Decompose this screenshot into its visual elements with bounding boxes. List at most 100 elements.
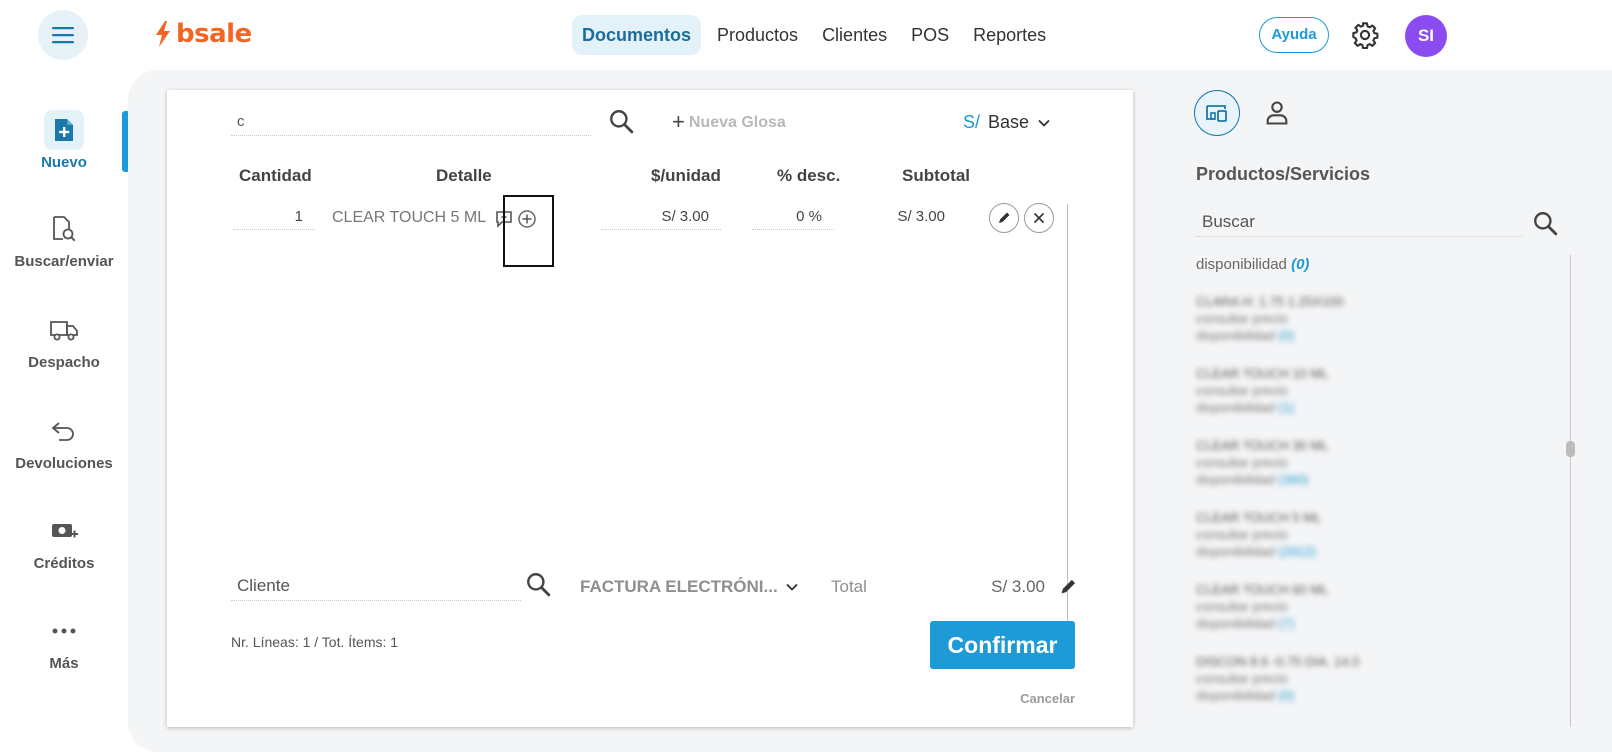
product-search-input[interactable]: c <box>231 108 591 136</box>
user-avatar[interactable]: SI <box>1405 15 1447 57</box>
document-card: c + Nueva Glosa S/Base Cantidad Detalle $… <box>167 90 1133 727</box>
list-item[interactable]: CLEAR TOUCH 30 ML consultar precio dispo… <box>1196 437 1536 488</box>
cancel-link[interactable]: Cancelar <box>1005 691 1075 706</box>
list-item-count: (2912) <box>1278 544 1316 559</box>
hamburger-menu-button[interactable] <box>38 10 88 60</box>
column-header-subtotal: Subtotal <box>902 166 970 185</box>
line-item-counts: Nr. Líneas: 1 / Tot. Ítems: 1 <box>231 634 399 650</box>
list-item-name: CLARA H: 1.75 1.25X100 <box>1196 294 1344 309</box>
confirm-button[interactable]: Confirmar <box>930 621 1075 669</box>
list-item-name: CLEAR TOUCH 5 ML <box>1196 510 1322 525</box>
sidebar-item-mas[interactable]: Más <box>0 611 128 672</box>
sidebar-item-buscar[interactable]: Buscar/enviar <box>0 209 128 270</box>
list-item-price: consultar precio <box>1196 455 1288 470</box>
products-tab-button[interactable] <box>1194 90 1240 136</box>
currency-symbol: S/ <box>963 112 981 132</box>
total-value: S/ 3.00 <box>991 577 1045 596</box>
unit-price-input[interactable]: S/ 3.00 <box>601 204 721 230</box>
search-icon[interactable] <box>608 108 634 134</box>
bsale-logo[interactable]: bsale <box>154 18 252 50</box>
chevron-down-icon <box>786 583 798 591</box>
truck-icon <box>44 310 84 350</box>
client-input[interactable]: Cliente <box>231 571 521 601</box>
sidebar-item-despacho[interactable]: Despacho <box>0 310 128 371</box>
list-scrollbar-thumb[interactable] <box>1566 441 1575 457</box>
return-arrow-icon <box>44 411 84 451</box>
list-item-count: (1) <box>1278 400 1295 415</box>
edit-line-button[interactable] <box>989 203 1019 233</box>
list-item-price: consultar precio <box>1196 599 1288 614</box>
list-item-name: CLEAR TOUCH 10 ML <box>1196 366 1329 381</box>
column-header-discount: % desc. <box>777 166 841 185</box>
column-header-detail: Detalle <box>436 166 492 185</box>
person-icon[interactable] <box>1263 99 1291 127</box>
list-item-name: CLEAR TOUCH 30 ML <box>1196 438 1329 453</box>
list-item-name: CLEAR TOUCH 60 ML <box>1196 582 1329 597</box>
sidebar-label: Nuevo <box>41 154 87 171</box>
list-item-availability: disponibilidad <box>1196 616 1275 631</box>
file-plus-icon <box>44 110 84 150</box>
list-item-name: DISCON 8.6 -0.75 DIA. 14.0 <box>1196 654 1360 669</box>
column-header-unit-price: $/unidad <box>651 166 721 185</box>
gear-icon[interactable] <box>1351 21 1379 49</box>
line-product-name: CLEAR TOUCH 5 ML <box>332 209 487 226</box>
close-icon <box>1033 212 1045 224</box>
price-list-dropdown[interactable]: S/Base <box>963 108 1050 136</box>
sidebar-item-creditos[interactable]: Créditos <box>0 511 128 572</box>
list-item-availability: disponibilidad <box>1196 472 1275 487</box>
tab-productos[interactable]: Productos <box>705 15 810 55</box>
search-icon[interactable] <box>1532 210 1558 236</box>
list-item-availability: disponibilidad <box>1196 544 1275 559</box>
help-button[interactable]: Ayuda <box>1259 17 1329 53</box>
remove-line-button[interactable] <box>1024 203 1054 233</box>
chevron-down-icon <box>1038 119 1050 127</box>
document-type-value: FACTURA ELECTRÓNI... <box>580 577 778 596</box>
more-dots-icon <box>44 611 84 651</box>
list-item-availability: disponibilidad <box>1196 328 1275 343</box>
edit-total-pencil-icon[interactable] <box>1059 578 1077 596</box>
sidebar-label: Devoluciones <box>15 455 113 472</box>
list-item-count: (7) <box>1278 616 1295 631</box>
top-bar: bsale Documentos Productos Clientes POS … <box>0 0 1612 70</box>
tab-documentos[interactable]: Documentos <box>572 15 702 55</box>
plus-icon: + <box>672 109 685 134</box>
sidebar-label: Más <box>49 655 79 672</box>
sidebar-label: Créditos <box>33 555 95 572</box>
logo-text: bsale <box>176 19 252 49</box>
column-header-qty: Cantidad <box>239 166 312 185</box>
list-item[interactable]: DISCON 8.6 -0.75 DIA. 14.0 consultar pre… <box>1196 653 1536 704</box>
client-search-icon[interactable] <box>525 571 551 597</box>
sidebar-label: Despacho <box>28 354 100 371</box>
hamburger-icon <box>52 27 74 44</box>
panel-title: Productos/Servicios <box>1196 164 1371 184</box>
list-item-price: consultar precio <box>1196 311 1288 326</box>
new-glosa-label: Nueva Glosa <box>688 114 786 131</box>
list-item[interactable]: CLEAR TOUCH 10 ML consultar precio dispo… <box>1196 365 1536 416</box>
list-item[interactable]: CLEAR TOUCH 5 ML consultar precio dispon… <box>1196 509 1536 560</box>
list-scrollbar-track <box>1570 255 1571 727</box>
main-nav: Documentos Productos Clientes POS Report… <box>572 15 1058 55</box>
tab-reportes[interactable]: Reportes <box>961 15 1058 55</box>
new-glosa-button[interactable]: + Nueva Glosa <box>672 108 786 137</box>
devices-icon <box>1206 105 1227 122</box>
bsale-bolt-icon <box>156 21 170 47</box>
file-search-icon <box>44 209 84 249</box>
availability-header: disponibilidad (0) <box>1196 256 1309 273</box>
highlight-box <box>503 195 554 267</box>
document-type-dropdown[interactable]: FACTURA ELECTRÓNI... <box>580 574 798 600</box>
discount-input[interactable]: 0 % <box>752 204 834 230</box>
tab-pos[interactable]: POS <box>899 15 961 55</box>
product-panel-search-input[interactable]: Buscar <box>1196 207 1522 237</box>
qty-input[interactable]: 1 <box>233 204 315 230</box>
list-item-price: consultar precio <box>1196 671 1288 686</box>
sidebar-item-devoluciones[interactable]: Devoluciones <box>0 411 128 472</box>
list-item-availability: disponibilidad <box>1196 400 1275 415</box>
list-item-count: (360) <box>1278 472 1309 487</box>
list-item[interactable]: CLARA H: 1.75 1.25X100 consultar precio … <box>1196 293 1536 344</box>
list-item-count: (0) <box>1278 688 1295 703</box>
tab-clientes[interactable]: Clientes <box>810 15 899 55</box>
sidebar-item-nuevo[interactable]: Nuevo <box>0 110 128 171</box>
pencil-icon <box>999 212 1010 223</box>
list-item[interactable]: CLEAR TOUCH 60 ML consultar precio dispo… <box>1196 581 1536 632</box>
price-list-value: Base <box>988 112 1030 132</box>
